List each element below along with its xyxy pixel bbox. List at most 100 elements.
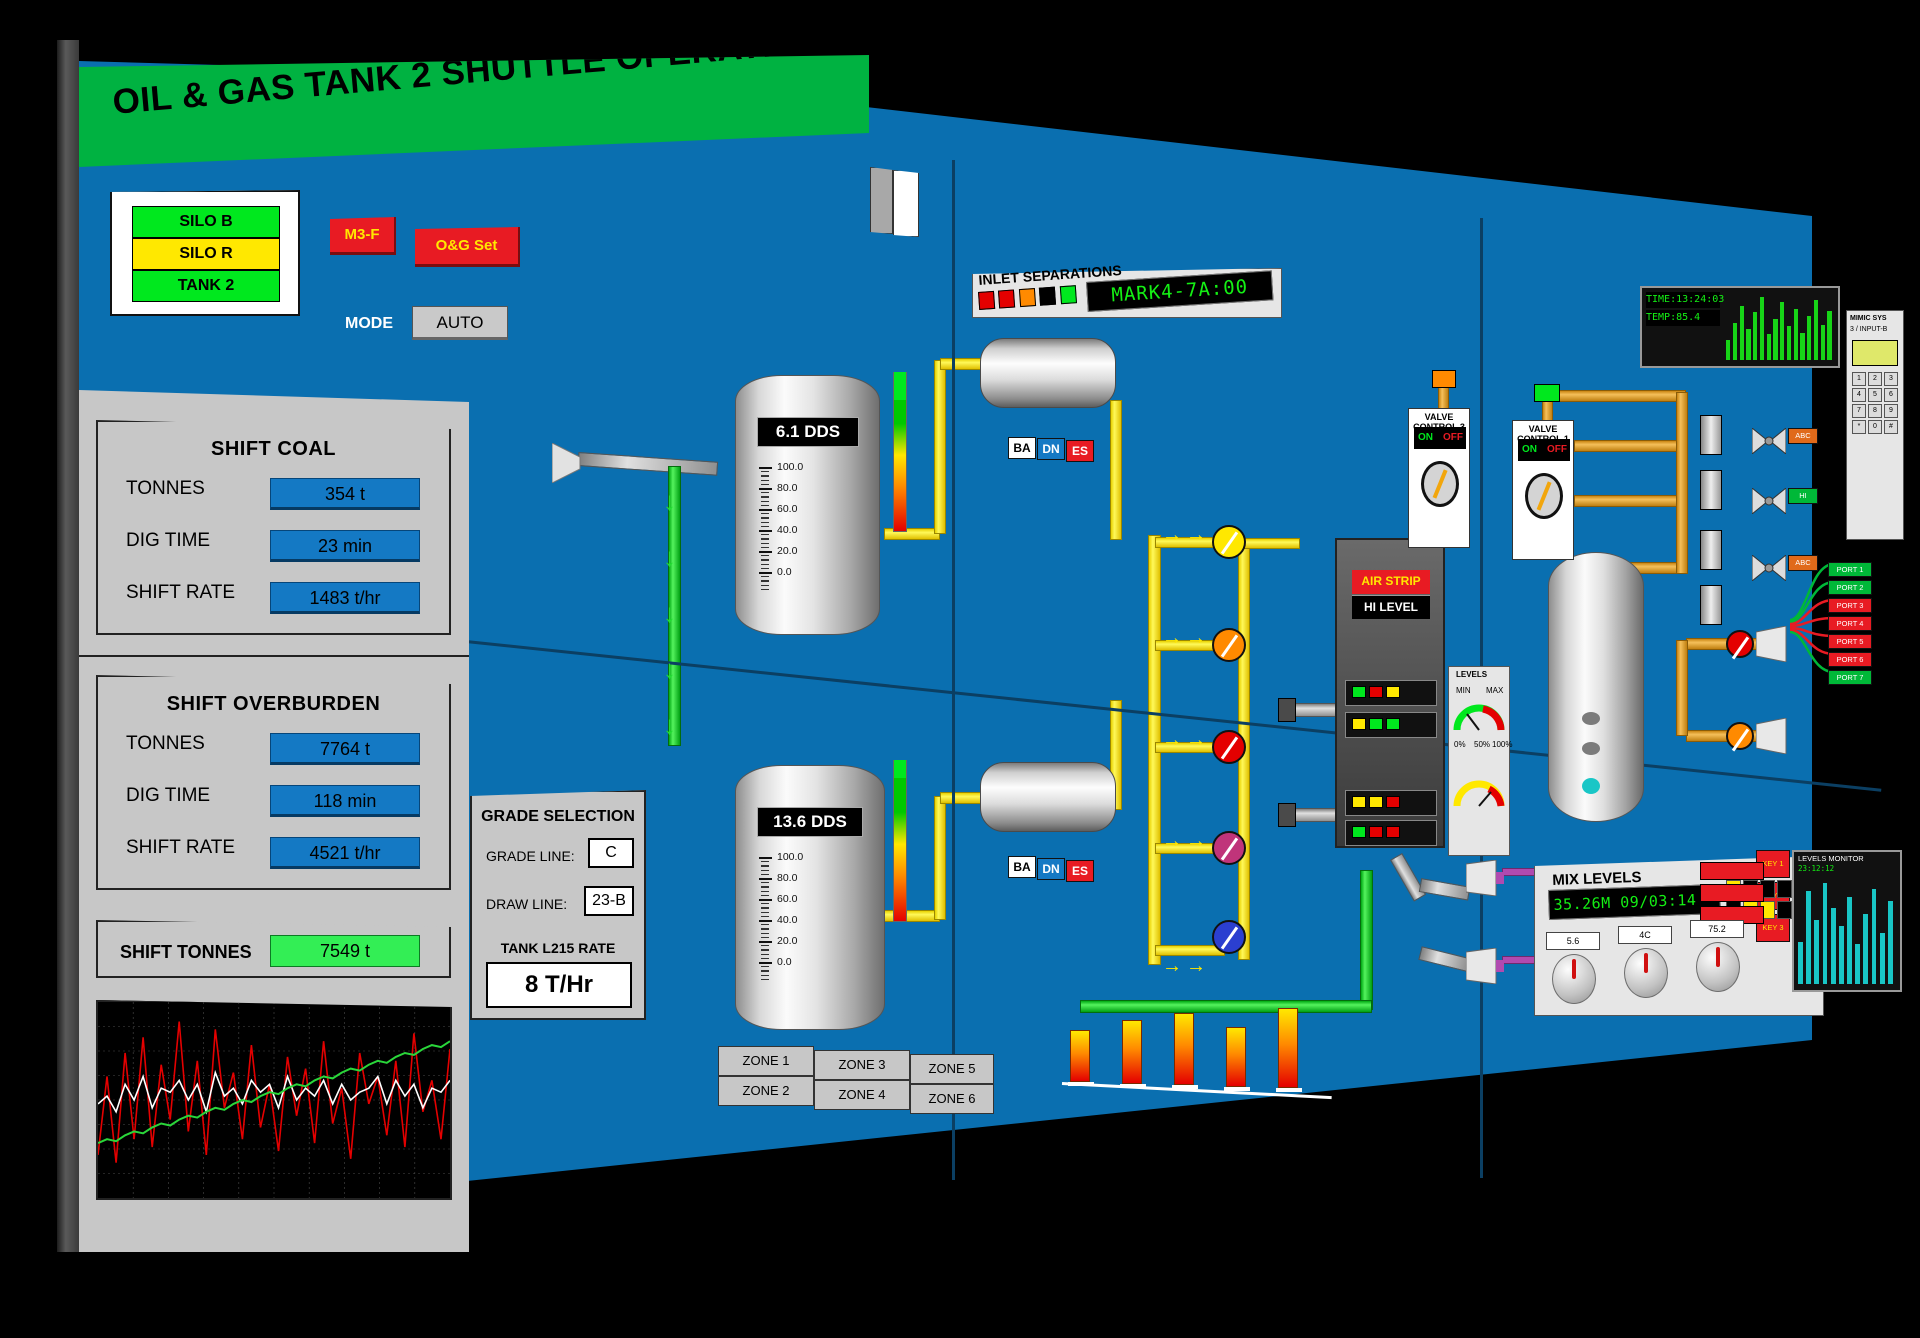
valve-control-cabinet-1[interactable]: VALVE CONTROL 1 ON OFF	[1512, 420, 1574, 560]
zone-cell-5[interactable]: ZONE 5	[910, 1054, 994, 1084]
valve-control-3-on[interactable]: ON	[1418, 432, 1433, 443]
zone-cell-1[interactable]: ZONE 1	[718, 1046, 814, 1076]
trend-chart[interactable]	[96, 1000, 452, 1200]
valve-manifold-1[interactable]	[1212, 525, 1246, 559]
silo-item-tank2[interactable]: TANK 2	[132, 270, 280, 302]
inline-device-2[interactable]	[1700, 470, 1722, 510]
separator-vessel-2[interactable]	[980, 762, 1116, 832]
keypad-key-7[interactable]: 7	[1852, 404, 1866, 418]
vessel-1-badge-es[interactable]: ES	[1066, 440, 1094, 462]
inline-device-4[interactable]	[1700, 585, 1722, 625]
tank-rate-value[interactable]: 8 T/Hr	[486, 962, 632, 1008]
tank-2[interactable]: 13.6 DDS 100.0 80.0 60.0 40.0 20.0 0.0	[735, 765, 885, 1030]
flame-bar	[1174, 1013, 1194, 1085]
mix-knob-1[interactable]	[1552, 954, 1596, 1004]
bowtie-valve-2[interactable]	[1751, 486, 1787, 519]
tank-minor-tick	[761, 483, 769, 485]
keypad-key-2[interactable]: 2	[1868, 372, 1882, 386]
keypad-key-4[interactable]: 4	[1852, 388, 1866, 402]
valve-control-3-knob[interactable]	[1421, 461, 1459, 507]
valve-control-1-knob[interactable]	[1525, 473, 1563, 519]
keypad-key-#[interactable]: #	[1884, 420, 1898, 434]
valve-control-1-on[interactable]: ON	[1522, 444, 1537, 455]
inline-device-1[interactable]	[1700, 415, 1722, 455]
vessel-1-badge-dn[interactable]: DN	[1037, 438, 1065, 460]
tank-1-tick-3: 40.0	[777, 524, 798, 536]
port-tag-2[interactable]: PORT 2	[1828, 580, 1872, 595]
keypad-key-0[interactable]: 0	[1868, 420, 1882, 434]
valve-1-top-indicator	[1534, 384, 1560, 402]
zone-cell-4[interactable]: ZONE 4	[814, 1080, 910, 1110]
keypad-key-1[interactable]: 1	[1852, 372, 1866, 386]
vessel-1-badge-ba[interactable]: BA	[1008, 437, 1036, 459]
shift-coal-digtime-value[interactable]: 23 min	[270, 530, 420, 562]
tank-minor-tick	[761, 555, 769, 557]
vessel-2-badge-ba[interactable]: BA	[1008, 856, 1036, 878]
keypad-key-6[interactable]: 6	[1884, 388, 1898, 402]
valve-control-3-off[interactable]: OFF	[1443, 432, 1463, 443]
shift-ob-rate-value[interactable]: 4521 t/hr	[270, 837, 420, 869]
silo-item-r[interactable]: SILO R	[132, 238, 280, 270]
separator-vessel-1[interactable]	[980, 338, 1116, 408]
vessel-port-1	[1582, 712, 1600, 725]
shift-ob-digtime-value[interactable]: 118 min	[270, 785, 420, 817]
silo-item-b[interactable]: SILO B	[132, 206, 280, 238]
port-tag-5[interactable]: PORT 5	[1828, 634, 1872, 649]
keypad-key-9[interactable]: 9	[1884, 404, 1898, 418]
tank-2-tick-4: 20.0	[777, 935, 798, 947]
mix-knob-3[interactable]	[1696, 942, 1740, 992]
port-tag-1[interactable]: PORT 1	[1828, 562, 1872, 577]
keypad-key-3[interactable]: 3	[1884, 372, 1898, 386]
draw-line-value[interactable]: 23-B	[584, 886, 634, 916]
keypad-key-8[interactable]: 8	[1868, 404, 1882, 418]
tank-minor-tick	[761, 949, 769, 951]
shift-tonnes-value[interactable]: 7549 t	[270, 935, 420, 967]
tank-1-tick-2: 60.0	[777, 503, 798, 515]
zone-cell-6[interactable]: ZONE 6	[910, 1084, 994, 1114]
mix-knob-2[interactable]	[1624, 948, 1668, 998]
vessel-2-badge-dn[interactable]: DN	[1037, 858, 1065, 880]
mimic-rack-keypad[interactable]: 1 2 3 4 5 6 7 8 9 * 0 #	[1852, 372, 1900, 436]
valve-manifold-2[interactable]	[1212, 628, 1246, 662]
rack-connector-block-1	[1278, 698, 1296, 722]
air-strip-alarm[interactable]: AIR STRIP	[1352, 570, 1430, 594]
grade-line-value[interactable]: C	[588, 838, 634, 868]
zone-cell-2[interactable]: ZONE 2	[718, 1076, 814, 1106]
shift-ob-tonnes-value[interactable]: 7764 t	[270, 733, 420, 765]
status-time-label: TIME:	[1646, 294, 1677, 305]
port-tag-4[interactable]: PORT 4	[1828, 616, 1872, 631]
valve-manifold-4[interactable]	[1212, 831, 1246, 865]
shift-coal-tonnes-value[interactable]: 354 t	[270, 478, 420, 510]
mode-value[interactable]: AUTO	[412, 306, 508, 340]
valve-control-1-off[interactable]: OFF	[1547, 444, 1567, 455]
valve-control-cabinet-3[interactable]: VALVE CONTROL 3 ON OFF	[1408, 408, 1470, 548]
shift-coal-rate-label: SHIFT RATE	[126, 582, 236, 603]
zone-cell-3[interactable]: ZONE 3	[814, 1050, 910, 1080]
vessel-2-badge-es[interactable]: ES	[1066, 860, 1094, 882]
banner-tab-grey[interactable]	[870, 167, 893, 234]
port-tag-6[interactable]: PORT 6	[1828, 652, 1872, 667]
levels-monitor-bar	[1806, 890, 1812, 984]
og-set-button[interactable]: O&G Set	[415, 227, 520, 267]
bowtie-valve-1[interactable]	[1751, 426, 1787, 459]
mix-alarm-bar-1[interactable]	[1700, 862, 1764, 880]
banner-tab-white[interactable]	[893, 170, 919, 237]
valve-manifold-3[interactable]	[1212, 730, 1246, 764]
tank-2-level-gauge[interactable]	[893, 760, 907, 922]
discharge-valve-upper[interactable]	[1726, 630, 1754, 658]
keypad-key-5[interactable]: 5	[1868, 388, 1882, 402]
keypad-key-*[interactable]: *	[1852, 420, 1866, 434]
shift-coal-rate-value[interactable]: 1483 t/hr	[270, 582, 420, 614]
m3f-button[interactable]: M3-F	[330, 217, 396, 255]
port-tag-7[interactable]: PORT 7	[1828, 670, 1872, 685]
tank-minor-tick	[761, 970, 769, 972]
tank-1-level-fill	[894, 372, 906, 400]
port-tag-3[interactable]: PORT 3	[1828, 598, 1872, 613]
inline-device-3[interactable]	[1700, 530, 1722, 570]
mix-alarm-bar-2[interactable]	[1700, 884, 1764, 902]
tank-1[interactable]: 6.1 DDS 100.0 80.0 60.0 40.0 20.0 0.0	[735, 375, 880, 635]
levels-panel-title: LEVELS	[1456, 670, 1488, 679]
valve-manifold-5[interactable]	[1212, 920, 1246, 954]
discharge-valve-lower[interactable]	[1726, 722, 1754, 750]
bowtie-valve-3[interactable]	[1751, 553, 1787, 586]
